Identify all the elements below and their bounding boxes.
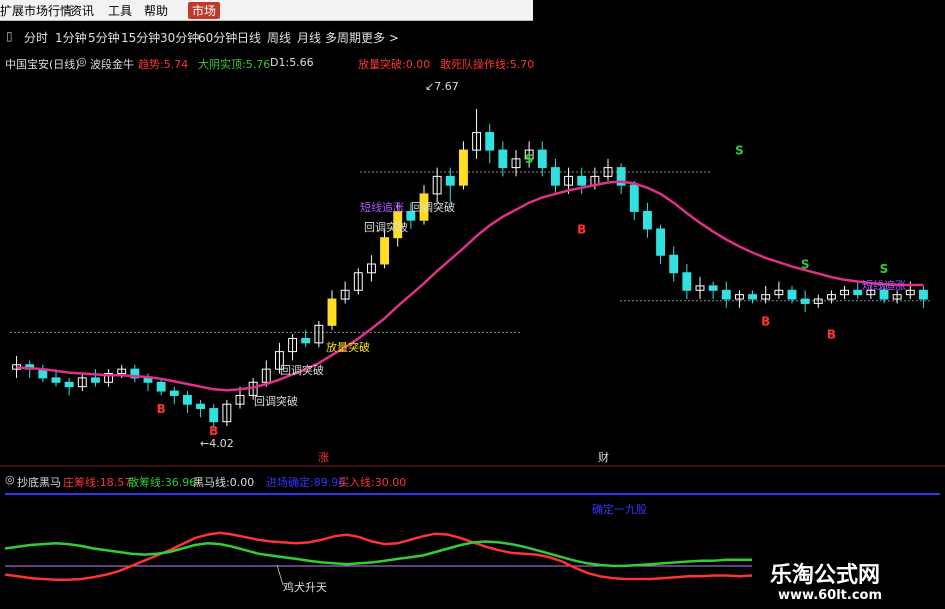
oscillator-chart xyxy=(4,493,940,586)
oscillator-series xyxy=(4,540,752,568)
annotation-confirm-stock: 确定一九股 xyxy=(592,503,647,516)
annotation-rise: 鸡犬升天 xyxy=(283,581,327,594)
oscillator-series xyxy=(4,531,753,582)
watermark-title: 乐淘公式网 xyxy=(770,563,881,588)
watermark-url: www.60lt.com xyxy=(778,588,883,603)
